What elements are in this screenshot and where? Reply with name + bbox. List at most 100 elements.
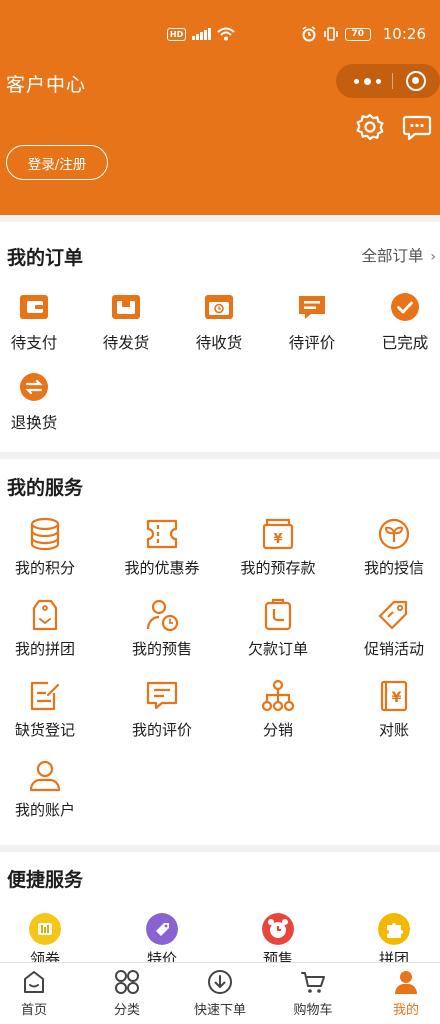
status-time: 10:26 (382, 25, 426, 43)
order-label: 退换货 (10, 414, 58, 432)
order-item-to-review[interactable]: 待评价 (277, 292, 347, 353)
promotion-icon (378, 600, 408, 630)
service-promotions[interactable]: 促销活动 (339, 598, 440, 659)
quick-coupon[interactable]: 领券 (0, 913, 100, 962)
exchange-icon (20, 373, 48, 401)
chevron-right-icon: › (430, 249, 436, 265)
service-credit[interactable]: 我的授信 (339, 517, 440, 578)
page-title: 客户中心 (6, 74, 87, 96)
tab-mine[interactable]: 我的 (362, 963, 440, 1024)
more-icon[interactable] (350, 72, 384, 90)
deposit-icon: ¥ (262, 518, 294, 550)
tab-label: 分类 (113, 1003, 140, 1018)
check-circle-icon (391, 293, 419, 321)
quick-services-card: 便捷服务 领券 特价 预售 拼团 (0, 852, 440, 962)
close-target-icon[interactable] (406, 71, 426, 91)
puzzle-icon (378, 913, 410, 945)
service-group-buy[interactable]: 我的拼团 (0, 598, 100, 659)
message-icon[interactable] (402, 112, 432, 142)
order-item-to-ship[interactable]: 待发货 (91, 292, 161, 353)
service-label: 促销活动 (363, 640, 424, 658)
gear-icon[interactable] (355, 112, 385, 142)
debt-order-icon (264, 598, 292, 631)
services-title: 我的服务 (7, 477, 84, 499)
service-debt-orders[interactable]: 欠款订单 (223, 598, 333, 659)
tab-label: 快速下单 (193, 1003, 246, 1018)
order-item-pending-payment[interactable]: 待支付 (0, 292, 69, 353)
wifi-icon (217, 27, 235, 41)
services-card: 我的服务 我的积分 我的优惠券 ¥ 我的预存款 我的授信 我的拼团 我的预售 欠… (0, 459, 440, 845)
service-label: 欠款订单 (247, 640, 308, 658)
quick-services-title: 便捷服务 (7, 869, 84, 891)
orders-title: 我的订单 (7, 247, 84, 269)
service-coupons[interactable]: 我的优惠券 (107, 517, 217, 578)
quick-special-price[interactable]: 特价 (107, 913, 217, 962)
service-label: 分销 (262, 721, 293, 739)
order-label: 待评价 (288, 334, 336, 352)
order-item-to-receive[interactable]: 待收货 (184, 292, 254, 353)
special-price-icon (146, 913, 178, 945)
quick-group-buy[interactable]: 拼团 (339, 913, 440, 962)
tab-home[interactable]: 首页 (0, 963, 78, 1024)
service-deposit[interactable]: ¥ 我的预存款 (223, 517, 333, 578)
tab-category[interactable]: 分类 (83, 963, 171, 1024)
order-label: 待支付 (10, 334, 58, 352)
tab-label: 首页 (20, 1003, 47, 1018)
comment-icon (299, 296, 325, 319)
order-item-returns[interactable]: 退换货 (0, 372, 69, 433)
alarm-icon (262, 913, 294, 945)
quick-label: 领券 (29, 950, 60, 962)
order-item-completed[interactable]: 已完成 (370, 292, 440, 353)
tab-quick-order[interactable]: 快速下单 (176, 963, 264, 1024)
stockout-icon (30, 681, 60, 711)
service-reconcile[interactable]: ¥ 对账 (339, 679, 440, 740)
review-icon (146, 681, 178, 710)
service-stockout[interactable]: 缺货登记 (0, 679, 100, 740)
credit-icon (378, 518, 410, 550)
order-label: 待发货 (102, 334, 150, 352)
quick-label: 预售 (262, 950, 293, 962)
service-account[interactable]: 我的账户 (0, 759, 100, 820)
battery-icon: 70 (344, 27, 371, 41)
service-label: 我的优惠券 (124, 559, 200, 577)
login-register-button[interactable]: 登录/注册 (6, 145, 108, 180)
service-label: 我的拼团 (14, 640, 75, 658)
service-reviews[interactable]: 我的评价 (107, 679, 217, 740)
status-bar: HD 70 10:26 (166, 22, 426, 46)
service-presale[interactable]: 我的预售 (107, 598, 217, 659)
service-points[interactable]: 我的积分 (0, 517, 100, 578)
quick-label: 特价 (146, 950, 177, 962)
service-label: 缺货登记 (14, 721, 75, 739)
tab-label: 我的 (392, 1003, 419, 1018)
delivery-icon (205, 295, 233, 319)
service-label: 我的预售 (131, 640, 192, 658)
capsule-divider (392, 73, 393, 89)
svg-text:¥: ¥ (273, 532, 282, 547)
service-label: 我的评价 (131, 721, 192, 739)
quick-label: 拼团 (378, 950, 409, 962)
coupon-badge-icon (29, 913, 61, 945)
order-label: 待收货 (195, 334, 243, 352)
service-label: 我的账户 (14, 801, 75, 819)
service-label: 对账 (378, 721, 409, 739)
quick-presale[interactable]: 预售 (223, 913, 333, 962)
header: HD 70 10:26 客户中心 登录/注册 (0, 0, 440, 215)
service-label: 我的预存款 (240, 559, 316, 577)
bottom-tab-bar: 首页 分类 快速下单 购物车 我的 (0, 962, 440, 1024)
coins-icon (30, 517, 60, 551)
alarm-status-icon (302, 26, 316, 42)
tab-cart[interactable]: 购物车 (269, 963, 357, 1024)
service-distribution[interactable]: 分销 (223, 679, 333, 740)
coupon-icon (146, 519, 178, 549)
signal-icon (192, 28, 211, 40)
quick-order-icon (208, 970, 232, 994)
all-orders-link[interactable]: 全部订单 › (361, 244, 436, 266)
distribution-icon (261, 679, 295, 712)
service-label: 我的积分 (14, 559, 75, 577)
group-tag-icon (32, 599, 58, 631)
presale-icon (146, 599, 179, 632)
all-orders-label: 全部订单 (361, 247, 424, 265)
order-label: 已完成 (381, 334, 429, 352)
user-icon (395, 971, 417, 994)
hd-indicator: HD (166, 27, 187, 41)
